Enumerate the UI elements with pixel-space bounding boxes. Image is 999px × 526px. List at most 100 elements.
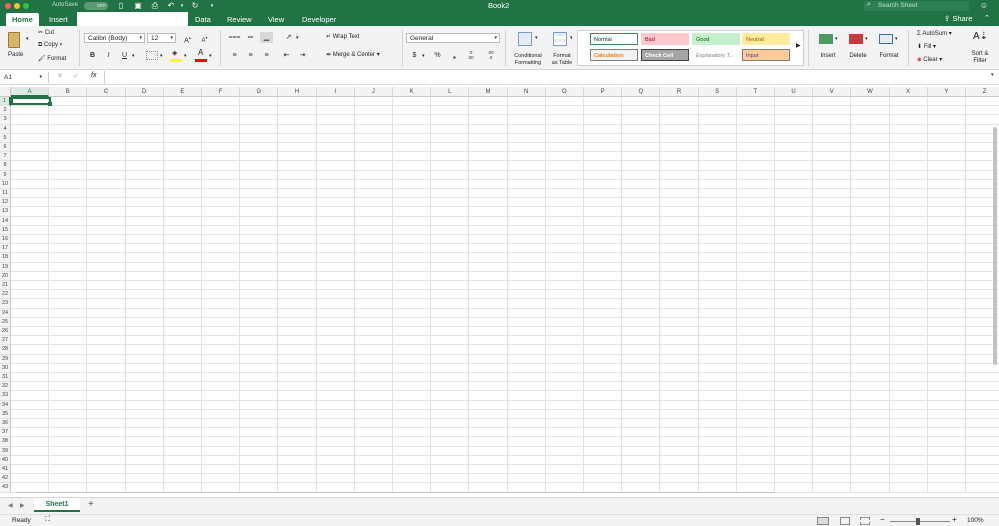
- column-header-a[interactable]: A: [11, 87, 50, 97]
- row-header-4[interactable]: 4: [0, 124, 11, 134]
- worksheet-grid[interactable]: ABCDEFGHIJKLMNOPQRSTUVWXYZ 1 2 3 4 5 6 7 8 9 10 11…: [0, 87, 999, 493]
- row-header-33[interactable]: 33: [0, 391, 11, 401]
- sheet-tab-sheet1[interactable]: Sheet1: [34, 498, 80, 512]
- orientation-dropdown-icon[interactable]: ▾: [296, 35, 299, 41]
- column-header-t[interactable]: T: [736, 87, 775, 97]
- zoom-window-button[interactable]: [23, 3, 29, 9]
- row-header-9[interactable]: 9: [0, 170, 11, 180]
- zoom-slider-track[interactable]: [890, 521, 950, 522]
- currency-dropdown-icon[interactable]: ▾: [422, 53, 425, 59]
- row-header-12[interactable]: 12: [0, 198, 11, 208]
- smiley-feedback-icon[interactable]: ☺: [979, 1, 989, 11]
- row-header-21[interactable]: 21: [0, 281, 11, 291]
- font-size-select[interactable]: 12 ▾: [147, 33, 176, 43]
- autosave-toggle[interactable]: OFF: [84, 2, 108, 10]
- italic-button[interactable]: I: [102, 50, 115, 61]
- column-header-e[interactable]: E: [163, 87, 202, 97]
- font-name-select[interactable]: Calibri (Body) ▾: [84, 33, 145, 43]
- align-right-icon[interactable]: ≡: [260, 50, 273, 61]
- vertical-scrollbar[interactable]: [993, 127, 997, 365]
- row-header-13[interactable]: 13: [0, 207, 11, 217]
- clear-button[interactable]: ◆ Clear ▾: [917, 56, 942, 63]
- zoom-in-button[interactable]: +: [952, 515, 957, 524]
- row-header-20[interactable]: 20: [0, 271, 11, 281]
- insert-function-button[interactable]: fx: [91, 72, 96, 79]
- column-header-w[interactable]: W: [851, 87, 890, 97]
- row-header-36[interactable]: 36: [0, 419, 11, 429]
- row-header-2[interactable]: 2: [0, 106, 11, 116]
- increase-font-size-button[interactable]: A▴: [181, 32, 194, 44]
- number-format-select[interactable]: General ▾: [406, 33, 500, 43]
- fill-color-button[interactable]: ◈: [170, 49, 182, 62]
- cell-style-6[interactable]: Check Cell: [641, 49, 689, 61]
- row-header-40[interactable]: 40: [0, 455, 11, 465]
- column-header-p[interactable]: P: [584, 87, 623, 97]
- font-color-dropdown-icon[interactable]: ▾: [209, 53, 212, 59]
- cancel-edit-icon[interactable]: ✕: [57, 72, 63, 80]
- row-header-28[interactable]: 28: [0, 345, 11, 355]
- row-header-34[interactable]: 34: [0, 400, 11, 410]
- row-header-38[interactable]: 38: [0, 437, 11, 447]
- cell-style-8[interactable]: Input: [742, 49, 790, 61]
- row-header-37[interactable]: 37: [0, 428, 11, 438]
- fill-button[interactable]: ⬇ Fill ▾: [917, 43, 936, 50]
- column-header-z[interactable]: Z: [966, 87, 999, 97]
- column-header-v[interactable]: V: [813, 87, 852, 97]
- align-left-icon[interactable]: ≡: [228, 50, 241, 61]
- row-header-26[interactable]: 26: [0, 327, 11, 337]
- sidebar-icon[interactable]: ▯: [116, 1, 126, 11]
- row-header-35[interactable]: 35: [0, 409, 11, 419]
- borders-dropdown-icon[interactable]: ▾: [160, 53, 163, 59]
- fill-handle[interactable]: [48, 102, 52, 106]
- close-window-button[interactable]: [5, 3, 11, 9]
- comma-style-button[interactable]: ❟: [448, 50, 461, 61]
- decrease-indent-icon[interactable]: ⇤: [280, 50, 293, 61]
- selected-cell[interactable]: [11, 97, 51, 105]
- column-header-u[interactable]: U: [775, 87, 814, 97]
- redo-icon[interactable]: ↻: [190, 1, 200, 11]
- minimize-window-button[interactable]: [14, 3, 20, 9]
- zoom-slider-thumb[interactable]: [916, 518, 920, 525]
- row-header-18[interactable]: 18: [0, 253, 11, 263]
- page-break-view-icon[interactable]: [860, 517, 870, 525]
- column-header-n[interactable]: N: [507, 87, 546, 97]
- conditional-formatting-button[interactable]: ▾ Conditional Formatting: [510, 29, 546, 67]
- column-header-h[interactable]: H: [278, 87, 317, 97]
- merge-center-button[interactable]: ⇹ Merge & Center ▾: [326, 51, 380, 58]
- column-header-q[interactable]: Q: [622, 87, 661, 97]
- column-header-c[interactable]: C: [87, 87, 126, 97]
- row-header-42[interactable]: 42: [0, 474, 11, 484]
- fill-dropdown-icon[interactable]: ▾: [184, 53, 187, 59]
- row-header-15[interactable]: 15: [0, 225, 11, 235]
- delete-cells-button[interactable]: ▾ Delete: [845, 30, 871, 66]
- column-header-g[interactable]: G: [240, 87, 279, 97]
- column-header-f[interactable]: F: [202, 87, 241, 97]
- column-header-i[interactable]: I: [316, 87, 355, 97]
- row-header-7[interactable]: 7: [0, 152, 11, 162]
- row-header-19[interactable]: 19: [0, 262, 11, 272]
- expand-formula-icon[interactable]: ▾: [991, 72, 994, 78]
- paste-button[interactable]: Paste: [6, 30, 24, 66]
- column-header-d[interactable]: D: [125, 87, 164, 97]
- increase-indent-icon[interactable]: ⇥: [296, 50, 309, 61]
- horizontal-scrollbar[interactable]: [15, 492, 775, 493]
- page-layout-view-icon[interactable]: [840, 517, 850, 525]
- font-color-button[interactable]: A: [195, 48, 207, 62]
- tab-home[interactable]: Home: [6, 13, 39, 26]
- column-header-k[interactable]: K: [393, 87, 432, 97]
- search-box[interactable]: ⌕ Search Sheet: [864, 1, 969, 11]
- print-icon[interactable]: ⎙: [150, 1, 160, 11]
- row-header-11[interactable]: 11: [0, 189, 11, 199]
- tab-data[interactable]: Data: [189, 13, 217, 26]
- row-header-6[interactable]: 6: [0, 143, 11, 153]
- autosum-button[interactable]: Σ AutoSum ▾: [917, 30, 952, 37]
- zoom-out-button[interactable]: −: [880, 515, 885, 524]
- align-center-icon[interactable]: ≡: [244, 50, 257, 61]
- format-painter-button[interactable]: 🖌 Format: [38, 55, 66, 64]
- formula-input[interactable]: [104, 71, 990, 84]
- sort-filter-button[interactable]: A⇣ Sort & Filter: [965, 30, 995, 66]
- decrease-decimal-button[interactable]: .00.0: [484, 50, 497, 61]
- row-header-5[interactable]: 5: [0, 133, 11, 143]
- name-box[interactable]: A1 ▾: [2, 72, 44, 83]
- cell-style-5[interactable]: Calculation: [590, 49, 638, 61]
